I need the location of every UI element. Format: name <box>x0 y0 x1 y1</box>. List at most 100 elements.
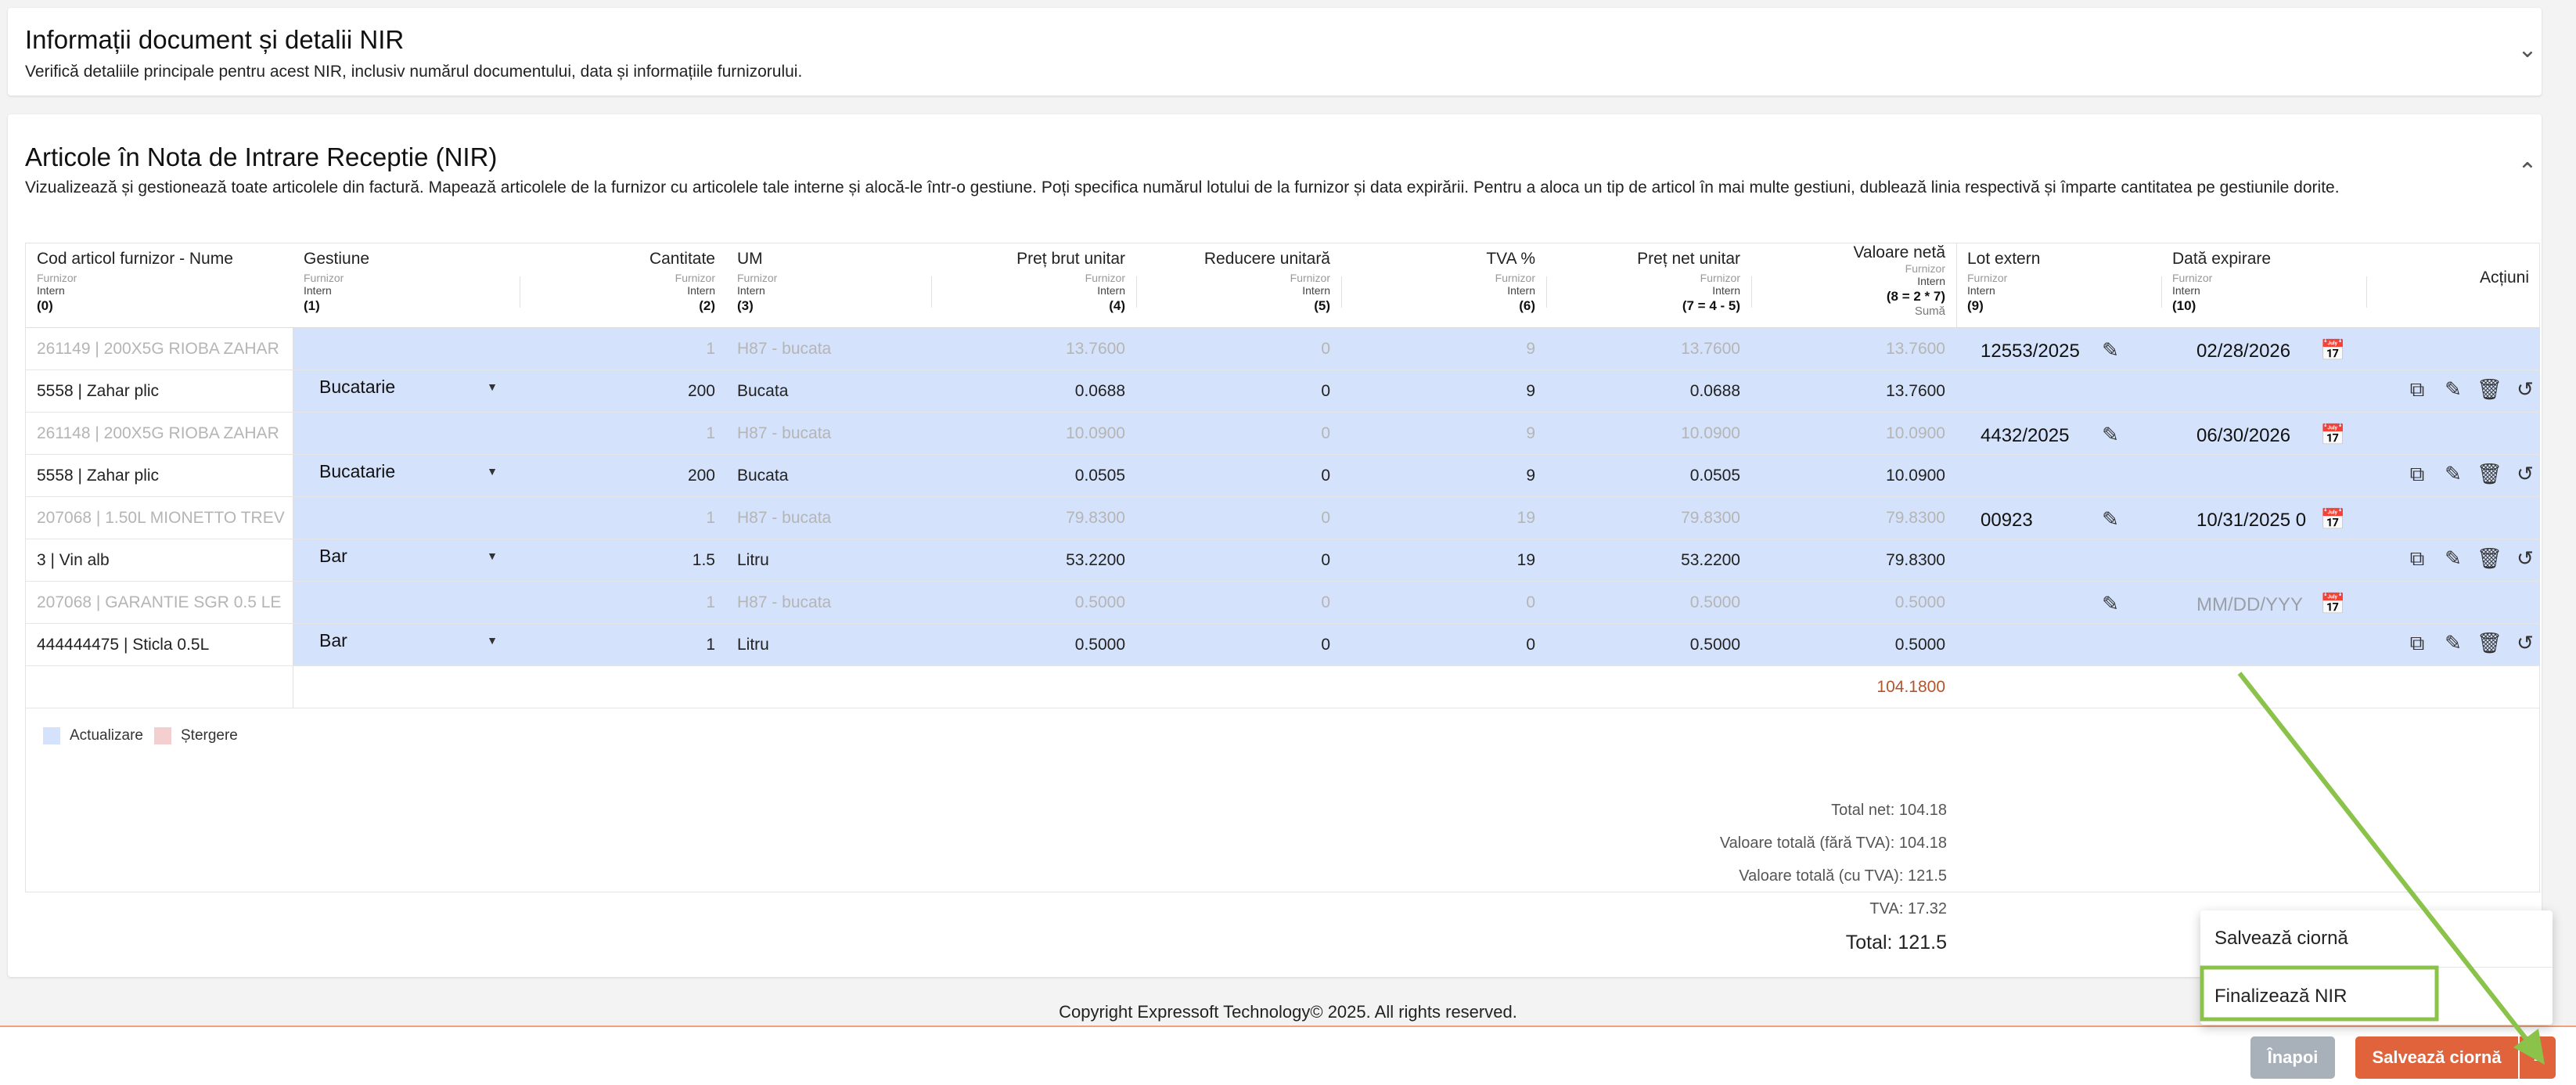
pencil-icon[interactable]: ✎ <box>2441 377 2466 402</box>
cell-vat: 0 <box>1526 593 1535 611</box>
col-header-expirare: Dată expirare Furnizor Intern (10) <box>2172 250 2272 313</box>
gestiune-select[interactable]: Bucatarie ▼ <box>293 445 510 497</box>
copy-icon[interactable]: ⧉ <box>2405 461 2430 486</box>
menu-divider <box>2200 967 2553 968</box>
cell-vat: 9 <box>1526 340 1535 358</box>
cell-um: H87 - bucata <box>737 340 832 358</box>
menu-item-save-draft[interactable]: Salvează ciornă <box>2200 910 2553 967</box>
cell-net: 10.0900 <box>1681 424 1740 442</box>
pencil-icon[interactable]: ✎ <box>2098 506 2123 532</box>
chevron-up-icon[interactable]: ⌃ <box>2512 158 2543 186</box>
cell-net: 79.8300 <box>1681 509 1740 527</box>
dropdown-arrow-icon: ▼ <box>487 380 498 393</box>
expiry-date-input[interactable]: 10/31/2025 0 <box>2196 510 2314 532</box>
lot-input[interactable]: 12553/2025 <box>1981 341 2080 362</box>
chevron-down-icon[interactable]: ⌄ <box>2512 36 2543 63</box>
cell-disc: 0 <box>1321 382 1330 400</box>
history-icon[interactable]: ↺ <box>2513 546 2538 571</box>
split-menu-toggle[interactable]: ▲ <box>2520 1036 2556 1079</box>
dropdown-arrow-icon: ▼ <box>487 550 498 562</box>
trash-icon[interactable]: 🗑 <box>2477 377 2502 402</box>
cell-vat: 9 <box>1526 382 1535 400</box>
document-info-card: Informații document și detalii NIR Verif… <box>8 8 2542 96</box>
col-header-actiuni: Acțiuni <box>2479 269 2529 287</box>
gestiune-select[interactable]: Bar ▼ <box>293 615 510 666</box>
menu-item-finalize[interactable]: Finalizează NIR <box>2200 968 2553 1025</box>
cell-value: 10.0900 <box>1886 467 1945 485</box>
articles-title: Articole în Nota de Intrare Receptie (NI… <box>25 142 498 171</box>
save-options-menu: Salvează ciornă Finalizează NIR <box>2200 910 2553 1025</box>
calendar-icon[interactable]: 📅 <box>2320 337 2345 362</box>
pencil-icon[interactable]: ✎ <box>2098 591 2123 616</box>
cell-disc: 0 <box>1321 424 1330 442</box>
summary-total-no-vat: Valoare totală (fără TVA): 104.18 <box>1719 834 1947 852</box>
calendar-icon[interactable]: 📅 <box>2320 422 2345 447</box>
cell-net: 13.7600 <box>1681 340 1740 358</box>
history-icon[interactable]: ↺ <box>2513 461 2538 486</box>
copy-icon[interactable]: ⧉ <box>2405 377 2430 402</box>
pencil-icon[interactable]: ✎ <box>2098 337 2123 362</box>
col-header-pret-brut: Preț brut unitar Furnizor Intern (4) <box>1016 250 1125 313</box>
cell-name: 261148 | 200X5G RIOBA ZAHAR <box>37 424 279 442</box>
expiry-date-input[interactable]: MM/DD/YYY <box>2196 594 2314 616</box>
calendar-icon[interactable]: 📅 <box>2320 591 2345 616</box>
calendar-icon[interactable]: 📅 <box>2320 506 2345 532</box>
cell-name: 444444475 | Sticla 0.5L <box>37 636 210 654</box>
trash-icon[interactable]: 🗑 <box>2477 630 2502 655</box>
articles-table: Cod articol furnizor - Nume Furnizor Inter… <box>25 243 2540 892</box>
cell-price: 53.2200 <box>1066 551 1125 569</box>
col-header-gestiune: Gestiune Furnizor Intern (1) <box>304 250 370 313</box>
history-icon[interactable]: ↺ <box>2513 377 2538 402</box>
col-header-reducere: Reducere unitară Furnizor Intern (5) <box>1203 250 1330 313</box>
cell-qty: 1 <box>706 509 715 527</box>
cell-price: 0.0688 <box>1074 382 1125 400</box>
caret-up-icon: ▲ <box>2531 1051 2544 1064</box>
cell-price: 0.0505 <box>1074 467 1125 485</box>
cell-um: H87 - bucata <box>737 593 832 611</box>
cell-disc: 0 <box>1321 467 1330 485</box>
pencil-icon[interactable]: ✎ <box>2098 422 2123 447</box>
col-header-um: UM Furnizor Intern (3) <box>737 250 778 313</box>
document-info-subtitle: Verifică detaliile principale pentru ace… <box>25 63 803 81</box>
trash-icon[interactable]: 🗑 <box>2477 546 2502 571</box>
legend: Actualizare Ștergere <box>43 727 238 744</box>
summary-total-net: Total net: 104.18 <box>1831 802 1947 819</box>
cell-qty: 1 <box>706 340 715 358</box>
trash-icon[interactable]: 🗑 <box>2477 461 2502 486</box>
lot-input[interactable]: 00923 <box>1981 510 2033 532</box>
lot-input[interactable]: 4432/2025 <box>1981 425 2069 447</box>
cell-name: 261149 | 200X5G RIOBA ZAHAR <box>37 340 279 358</box>
cell-net: 0.5000 <box>1689 593 1740 611</box>
cell-disc: 0 <box>1321 509 1330 527</box>
expiry-date-input[interactable]: 06/30/2026 <box>2196 425 2314 447</box>
cell-name: 5558 | Zahar plic <box>37 382 160 400</box>
copy-icon[interactable]: ⧉ <box>2405 546 2430 571</box>
articles-subtitle: Vizualizează și gestionează toate artico… <box>25 178 2340 196</box>
pencil-icon[interactable]: ✎ <box>2441 630 2466 655</box>
cell-qty: 1 <box>706 636 715 654</box>
history-icon[interactable]: ↺ <box>2513 630 2538 655</box>
table-header: Cod articol furnizor - Nume Furnizor Inter… <box>26 243 2539 328</box>
cell-net: 0.0505 <box>1689 467 1740 485</box>
dropdown-arrow-icon: ▼ <box>487 465 498 478</box>
col-header-lot: Lot extern Furnizor Intern (9) <box>1967 250 2041 313</box>
back-button[interactable]: Înapoi <box>2250 1036 2335 1079</box>
cell-qty: 1 <box>706 593 715 611</box>
copy-icon[interactable]: ⧉ <box>2405 630 2430 655</box>
expiry-date-input[interactable]: 02/28/2026 <box>2196 341 2314 362</box>
col-header-code: Cod articol furnizor - Nume Furnizor Inter… <box>37 250 233 313</box>
cell-name: 207068 | 1.50L MIONETTO TREV <box>37 509 285 527</box>
cell-um: H87 - bucata <box>737 424 832 442</box>
legend-delete-label: Ștergere <box>181 727 238 744</box>
gestiune-select[interactable]: Bucatarie ▼ <box>293 361 510 413</box>
pencil-icon[interactable]: ✎ <box>2441 546 2466 571</box>
save-draft-button[interactable]: Salvează ciornă <box>2355 1036 2518 1079</box>
gestiune-select[interactable]: Bar ▼ <box>293 530 510 582</box>
document-info-title: Informații document și detalii NIR <box>25 25 405 54</box>
bottom-action-bar <box>0 1026 2576 1085</box>
col-header-tva: TVA % Furnizor Intern (6) <box>1486 250 1535 313</box>
pencil-icon[interactable]: ✎ <box>2441 461 2466 486</box>
cell-value: 10.0900 <box>1886 424 1945 442</box>
cell-disc: 0 <box>1321 593 1330 611</box>
cell-name: 207068 | GARANTIE SGR 0.5 LE <box>37 593 282 611</box>
